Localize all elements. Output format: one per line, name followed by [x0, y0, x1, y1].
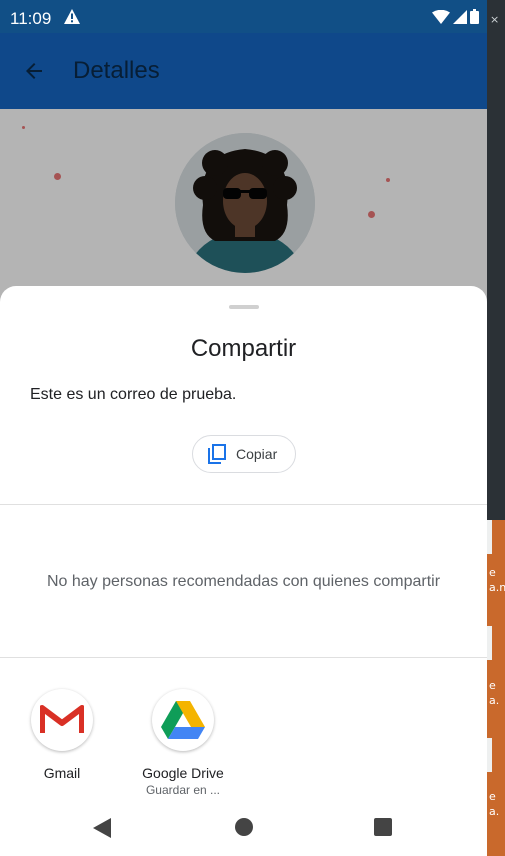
- status-bar: 11:09: [0, 0, 487, 33]
- share-target-google-drive[interactable]: Google Drive Guardar en ...: [128, 689, 238, 797]
- desktop-fragment: a.: [489, 694, 500, 707]
- divider: [0, 657, 487, 658]
- desktop-window-sliver: [487, 738, 492, 772]
- square-recents-icon[interactable]: [374, 818, 392, 841]
- no-recommendations-text: No hay personas recomendadas con quienes…: [46, 573, 441, 590]
- warning-icon: [64, 9, 80, 29]
- target-name: Google Drive: [142, 765, 224, 781]
- google-drive-icon: [152, 689, 214, 751]
- desktop-window-sliver: [487, 626, 492, 660]
- share-sheet: Compartir Este es un correo de prueba. C…: [0, 286, 487, 856]
- drag-handle[interactable]: [229, 305, 259, 309]
- sheet-title: Compartir: [190, 335, 297, 362]
- navigation-bar: [0, 806, 487, 856]
- desktop-fragment: a.n: [489, 581, 505, 594]
- status-time: 11:09: [10, 9, 52, 28]
- shared-text-preview: Este es un correo de prueba.: [30, 386, 237, 403]
- circle-home-icon[interactable]: [235, 818, 253, 841]
- desktop-fragment: e: [489, 790, 496, 803]
- gmail-icon: [31, 689, 93, 751]
- triangle-back-icon[interactable]: [93, 818, 111, 843]
- share-target-gmail[interactable]: Gmail: [7, 689, 117, 783]
- target-name: Gmail: [43, 765, 81, 781]
- desktop-fragment: a.: [489, 805, 500, 818]
- desktop-background: × e a.n e a. e a.: [487, 0, 505, 856]
- phone-screen: 11:09 Detalles Compartir Este es un corr…: [0, 0, 487, 856]
- desktop-window-sliver: [487, 520, 492, 554]
- battery-icon: [470, 9, 479, 24]
- copy-icon: [208, 444, 226, 464]
- copy-button[interactable]: Copiar: [192, 435, 296, 473]
- desktop-fragment: e: [489, 679, 496, 692]
- divider: [0, 504, 487, 505]
- copy-label: Copiar: [236, 446, 278, 462]
- status-icons: [432, 9, 479, 24]
- target-subtitle: Guardar en ...: [145, 783, 221, 797]
- wifi-icon: [432, 9, 450, 24]
- desktop-close-icon: ×: [490, 13, 500, 26]
- cell-signal-icon: [453, 9, 467, 24]
- desktop-window-dark: [487, 0, 505, 520]
- desktop-fragment: e: [489, 566, 496, 579]
